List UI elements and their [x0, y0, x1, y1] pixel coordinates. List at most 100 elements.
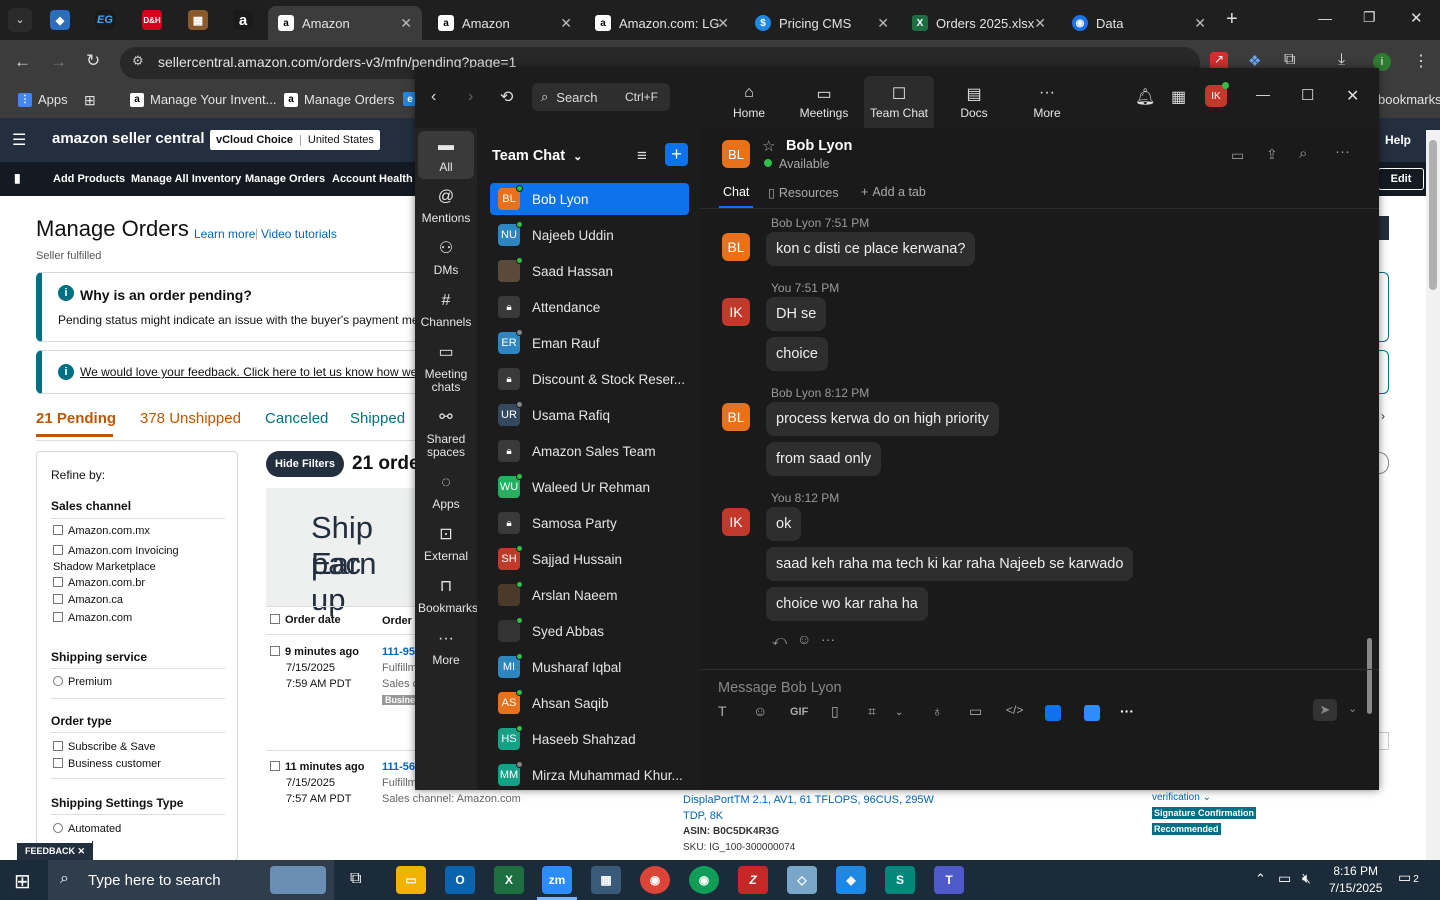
nav-manage-inventory[interactable]: Manage All Inventory: [131, 173, 241, 185]
contact-item[interactable]: 🔒︎ Discount & Stock Reser...: [490, 363, 689, 395]
tab-amazon-lg[interactable]: a Amazon.com: LG ✕: [585, 6, 739, 40]
order-type-filter[interactable]: Business customer: [53, 758, 161, 770]
checkbox[interactable]: [53, 758, 63, 768]
send-button[interactable]: ➤: [1313, 699, 1337, 721]
zoom-app-icon[interactable]: [1045, 705, 1061, 721]
all-bookmarks[interactable]: bookmarks: [1378, 92, 1440, 107]
hamburger-icon[interactable]: ☰: [12, 130, 26, 150]
system-clock[interactable]: 8:16 PM 7/15/2025: [1329, 863, 1382, 897]
nav-docs[interactable]: ▤ Docs: [939, 76, 1009, 128]
order-id-link[interactable]: 111-56: [382, 761, 415, 773]
checkbox[interactable]: [53, 577, 63, 587]
nav-account-health[interactable]: Account Health: [332, 173, 413, 185]
sidebar-item-all[interactable]: ▬ All: [418, 131, 474, 179]
radio-button[interactable]: [53, 823, 63, 833]
tab-shipped[interactable]: Shipped: [350, 410, 405, 427]
taskbar-search[interactable]: ⌕ Type here to search: [48, 860, 334, 900]
volume-muted-icon[interactable]: 🔇︎: [1302, 870, 1311, 887]
forward-icon[interactable]: ›: [468, 88, 473, 106]
hide-filters-button[interactable]: Hide Filters: [266, 451, 344, 477]
search-field[interactable]: ⌕ Search Ctrl+F: [532, 83, 670, 111]
tab-chat[interactable]: Chat: [723, 185, 749, 199]
windows-start-icon[interactable]: ⊞: [14, 869, 31, 894]
help-link[interactable]: Help: [1385, 133, 1411, 147]
order-type-filter[interactable]: Subscribe & Save: [53, 741, 155, 753]
message-bubble[interactable]: process kerwa do on high priority: [766, 402, 999, 436]
format-text-icon[interactable]: T: [718, 703, 727, 719]
table-row[interactable]: 11 minutes ago 7/15/2025 7:57 AM PDT: [270, 759, 364, 807]
close-icon[interactable]: ✕: [1194, 15, 1206, 32]
tab-resources[interactable]: ▯ Resources: [768, 185, 839, 200]
bookmark-manage-inventory[interactable]: a Manage Your Invent...: [130, 92, 276, 107]
more-options-icon[interactable]: ···: [1335, 143, 1350, 160]
excel-icon[interactable]: X: [494, 866, 524, 894]
chrome-profile-icon[interactable]: ◉: [689, 866, 719, 894]
screenshot-icon[interactable]: ⌗: [868, 703, 876, 720]
learn-more-link[interactable]: Learn more: [194, 227, 255, 241]
feedback-link[interactable]: We would love your feedback. Click here …: [80, 365, 430, 379]
contact-item[interactable]: 🔒︎ Amazon Sales Team: [490, 435, 689, 467]
team-chat-title[interactable]: Team Chat ⌄: [492, 148, 582, 164]
edit-button[interactable]: Edit: [1378, 168, 1424, 190]
nav-home[interactable]: ⌂ Home: [714, 76, 784, 128]
bookmark-grid[interactable]: ⊞: [84, 92, 96, 109]
page-scrollbar[interactable]: [1426, 130, 1440, 860]
video-tutorials-link[interactable]: Video tutorials: [261, 227, 337, 241]
download-icon[interactable]: ⤓: [1338, 51, 1345, 69]
calculator-icon[interactable]: ▦: [591, 866, 621, 894]
restore-icon[interactable]: ❐: [1363, 9, 1376, 26]
zoom-app-icon[interactable]: [1084, 705, 1100, 721]
reply-icon[interactable]: ⤺: [772, 632, 787, 649]
tab-add[interactable]: + Add a tab: [861, 185, 926, 199]
app-icon[interactable]: ◇: [787, 866, 817, 894]
pinned-tab-icon[interactable]: D&H: [142, 10, 162, 30]
sender-avatar[interactable]: IK: [722, 298, 750, 326]
contact-item[interactable]: ER Eman Rauf: [490, 327, 689, 359]
message-bubble[interactable]: saad keh raha ma tech ki kar raha Najeeb…: [766, 547, 1134, 581]
checkbox[interactable]: [270, 646, 280, 656]
sharpdesk-icon[interactable]: S: [885, 866, 915, 894]
nav-meetings[interactable]: ▭ Meetings: [789, 76, 859, 128]
chevron-up-icon[interactable]: ⌃: [1255, 871, 1266, 887]
back-icon[interactable]: ‹: [431, 88, 436, 106]
contact-avatar[interactable]: BL: [722, 140, 750, 168]
checkbox[interactable]: [53, 741, 63, 751]
nav-more[interactable]: ··· More: [1012, 76, 1082, 128]
minimize-icon[interactable]: —: [1318, 10, 1332, 26]
video-call-icon[interactable]: ▭: [1231, 147, 1244, 164]
channel-filter[interactable]: Amazon.com Invoicing Shadow Marketplace: [53, 543, 203, 575]
checkbox[interactable]: [270, 614, 280, 624]
bookmark-apps[interactable]: ⋮ Apps: [18, 92, 68, 107]
checkbox[interactable]: [53, 545, 63, 555]
contact-item[interactable]: MI Musharaf Iqbal: [490, 651, 689, 683]
channel-filter[interactable]: Amazon.com.mx: [53, 525, 150, 537]
store-selector[interactable]: vCloud Choice | United States: [210, 130, 380, 150]
sidebar-item-mentions[interactable]: @ Mentions: [418, 189, 474, 225]
video-message-icon[interactable]: ▭: [969, 703, 982, 720]
puzzle-icon[interactable]: ⧉: [1284, 51, 1295, 69]
shipping-filter[interactable]: Premium: [53, 676, 112, 688]
verification-link[interactable]: verification ⌄: [1152, 792, 1211, 803]
sidebar-item-dms[interactable]: ⚇ DMs: [418, 241, 474, 277]
contact-item[interactable]: 🔒︎ Samosa Party: [490, 507, 689, 539]
bookmark-nav-icon[interactable]: ▮: [14, 171, 21, 185]
message-bubble[interactable]: ok: [766, 507, 802, 541]
menu-icon[interactable]: ⋮: [1413, 51, 1429, 71]
filezilla-icon[interactable]: Z: [738, 866, 768, 894]
tab-amazon[interactable]: a Amazon ✕: [428, 6, 582, 40]
sender-avatar[interactable]: IK: [722, 508, 750, 536]
teams-icon[interactable]: T: [934, 866, 964, 894]
history-icon[interactable]: ⟲: [500, 87, 513, 107]
share-screen-icon[interactable]: ⇪: [1266, 146, 1278, 163]
tab-search-icon[interactable]: ⌄: [8, 8, 32, 32]
tab-data[interactable]: ◉ Data ✕: [1062, 6, 1216, 40]
radio-button[interactable]: [53, 676, 63, 686]
pinned-tab-icon[interactable]: ◆: [50, 10, 70, 30]
sidebar-item-shared-spaces[interactable]: ⚯ Shared spaces: [418, 410, 474, 459]
sidebar-item-meeting-chats[interactable]: ▭ Meeting chats: [418, 345, 474, 394]
filter-icon[interactable]: ≡: [637, 146, 647, 166]
channel-filter[interactable]: Amazon.com: [53, 612, 132, 624]
tab-unshipped[interactable]: 378 Unshipped: [140, 410, 241, 427]
minimize-icon[interactable]: —: [1256, 86, 1270, 102]
sidebar-item-more[interactable]: ··· More: [418, 631, 474, 667]
